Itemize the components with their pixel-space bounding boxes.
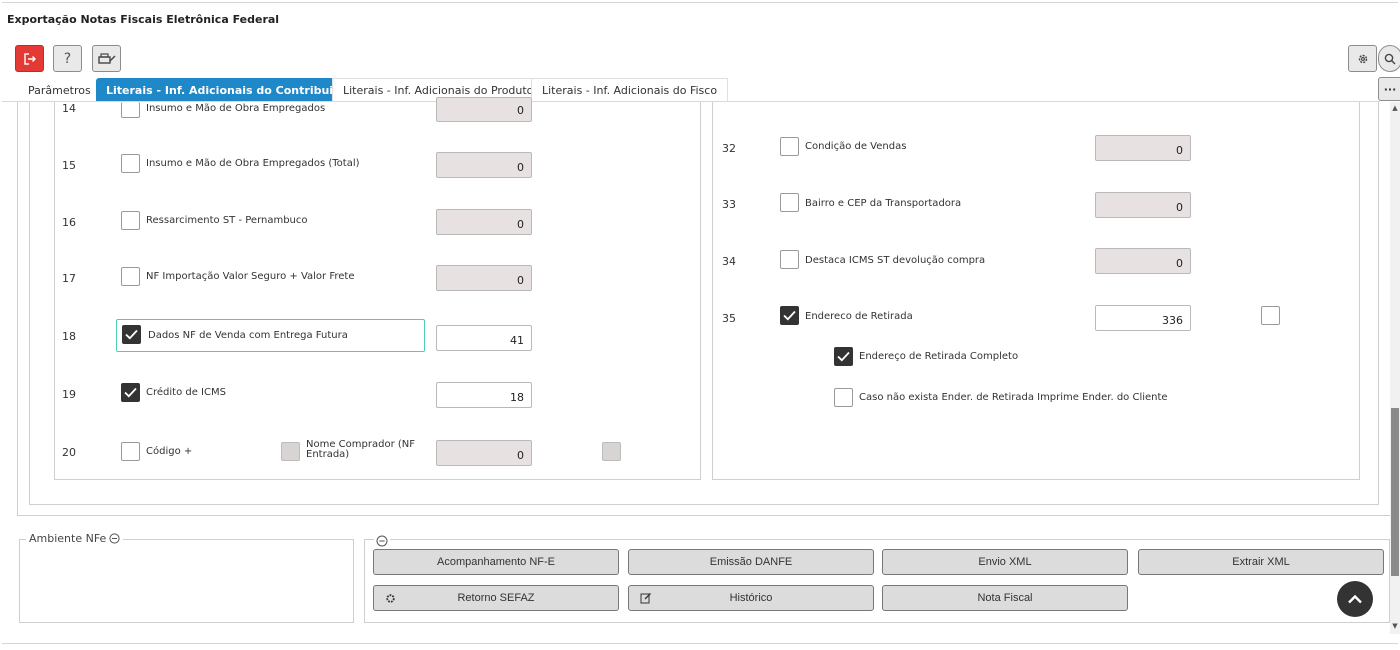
value-field-bairro-cep[interactable]: 0	[1095, 192, 1191, 218]
label-ressarcimento: Ressarcimento ST - Pernambuco	[146, 215, 308, 226]
checkbox-codigo-extra[interactable]	[602, 442, 621, 461]
scroll-down-icon[interactable]: ▼	[1391, 622, 1399, 630]
checkbox-retirada-completo[interactable]	[834, 347, 853, 366]
ambiente-fieldset	[19, 539, 354, 623]
label-nome-comprador: Nome Comprador (NF Entrada)	[306, 439, 415, 460]
scroll-to-top-button[interactable]	[1337, 581, 1373, 617]
label-imprime-cliente: Caso não exista Ender. de Retirada Impri…	[859, 392, 1168, 403]
label-condicao-vendas: Condição de Vendas	[805, 141, 907, 152]
retorno-sefaz-label: Retorno SEFAZ	[457, 592, 535, 604]
label-insumo-total: Insumo e Mão de Obra Empregados (Total)	[146, 158, 360, 169]
tab-contribuinte[interactable]: Literais - Inf. Adicionais do Contribuin…	[96, 78, 364, 102]
scroll-up-icon[interactable]: ▲	[1391, 104, 1399, 112]
label-endereco-retirada: Endereco de Retirada	[805, 311, 913, 322]
value-field-endereco-retirada[interactable]: 336	[1095, 305, 1191, 331]
exit-icon	[23, 52, 36, 65]
label-destaca-icms: Destaca ICMS ST devolução compra	[805, 255, 986, 266]
check-icon	[125, 329, 138, 340]
extrair-xml-button[interactable]: Extrair XML	[1138, 549, 1384, 575]
row-number: 19	[62, 388, 76, 401]
row-number: 33	[722, 198, 736, 211]
print-button[interactable]	[92, 45, 121, 72]
window-top-border	[2, 2, 1398, 3]
historico-button[interactable]: Histórico	[628, 585, 874, 611]
checkbox-bairro-cep[interactable]	[780, 193, 799, 212]
value-field-insumo-total[interactable]: 0	[436, 152, 532, 178]
search-icon	[1384, 53, 1396, 64]
row-number: 34	[722, 255, 736, 268]
window-title: Exportação Notas Fiscais Eletrônica Fede…	[7, 13, 280, 26]
check-icon	[124, 387, 137, 398]
value-field-destaca-icms[interactable]: 0	[1095, 248, 1191, 274]
nota-fiscal-button[interactable]: Nota Fiscal	[882, 585, 1128, 611]
window-bottom-border	[2, 643, 1398, 644]
checkbox-endereco-retirada[interactable]	[780, 306, 799, 325]
settings-button[interactable]	[1348, 45, 1377, 72]
checkbox-imprime-cliente[interactable]	[834, 388, 853, 407]
value-field-insumo[interactable]: 0	[436, 97, 532, 122]
value-field-condicao-vendas[interactable]: 0	[1095, 135, 1191, 161]
checkbox-nf-importacao[interactable]	[121, 267, 140, 286]
label-credito-icms: Crédito de ICMS	[146, 387, 226, 398]
value-field-ressarcimento[interactable]: 0	[436, 209, 532, 235]
row-number: 18	[62, 330, 76, 343]
envio-xml-button[interactable]: Envio XML	[882, 549, 1128, 575]
help-icon: ?	[63, 50, 72, 67]
value-field-nf-importacao[interactable]: 0	[436, 265, 532, 291]
value-field-entrega-futura[interactable]: 41	[436, 325, 532, 351]
row-number: 20	[62, 446, 76, 459]
collapse-icon[interactable]	[376, 535, 388, 547]
check-icon	[783, 310, 796, 321]
label-nf-importacao: NF Importação Valor Seguro + Valor Frete	[146, 271, 355, 282]
gear-icon	[386, 594, 395, 603]
row-number: 14	[62, 102, 76, 115]
exit-button[interactable]	[15, 45, 44, 72]
value-field-credito-icms[interactable]: 18	[436, 382, 532, 408]
label-codigo: Código +	[146, 446, 193, 457]
checkbox-endereco-retirada-extra[interactable]	[1261, 306, 1280, 325]
gear-icon	[1358, 54, 1367, 63]
emissao-danfe-button[interactable]: Emissão DANFE	[628, 549, 874, 575]
search-button[interactable]	[1378, 45, 1400, 72]
row-number: 15	[62, 159, 76, 172]
row-number: 32	[722, 142, 736, 155]
more-icon: ···	[1383, 82, 1397, 96]
more-tabs-button[interactable]: ···	[1378, 77, 1400, 101]
edit-icon	[640, 593, 651, 604]
value-field-codigo[interactable]: 0	[436, 440, 532, 466]
check-icon	[837, 351, 850, 362]
tab-parametros[interactable]: Parâmetros	[18, 78, 101, 102]
scrollbar-thumb[interactable]	[1391, 408, 1399, 576]
checkbox-ressarcimento[interactable]	[121, 211, 140, 230]
right-panel	[712, 102, 1360, 480]
checkbox-insumo[interactable]	[121, 102, 140, 118]
row-number: 16	[62, 216, 76, 229]
label-bairro-cep: Bairro e CEP da Transportadora	[805, 198, 962, 209]
ambiente-legend-text: Ambiente NFe	[29, 532, 107, 545]
checkbox-entrega-futura[interactable]	[122, 325, 141, 344]
print-icon	[97, 52, 115, 64]
retorno-sefaz-button[interactable]: Retorno SEFAZ	[373, 585, 619, 611]
row-number: 17	[62, 272, 76, 285]
checkbox-nome-comprador[interactable]	[281, 442, 300, 461]
historico-label: Histórico	[729, 592, 773, 604]
acompanhamento-button[interactable]: Acompanhamento NF-E	[373, 549, 619, 575]
checkbox-codigo[interactable]	[121, 442, 140, 461]
checkbox-destaca-icms[interactable]	[780, 250, 799, 269]
chevron-up-icon	[1348, 594, 1362, 604]
ambiente-legend: Ambiente NFe	[26, 532, 124, 545]
checkbox-insumo-total[interactable]	[121, 154, 140, 173]
collapse-icon[interactable]	[109, 533, 120, 544]
checkbox-credito-icms[interactable]	[121, 383, 140, 402]
help-button[interactable]: ?	[53, 45, 82, 72]
label-insumo: Insumo e Mão de Obra Empregados	[146, 103, 326, 114]
label-retirada-completo: Endereço de Retirada Completo	[859, 351, 1019, 362]
row-number: 35	[722, 312, 736, 325]
label-entrega-futura: Dados NF de Venda com Entrega Futura	[148, 330, 348, 341]
checkbox-condicao-vendas[interactable]	[780, 137, 799, 156]
tab-fisco[interactable]: Literais - Inf. Adicionais do Fisco	[531, 78, 729, 102]
